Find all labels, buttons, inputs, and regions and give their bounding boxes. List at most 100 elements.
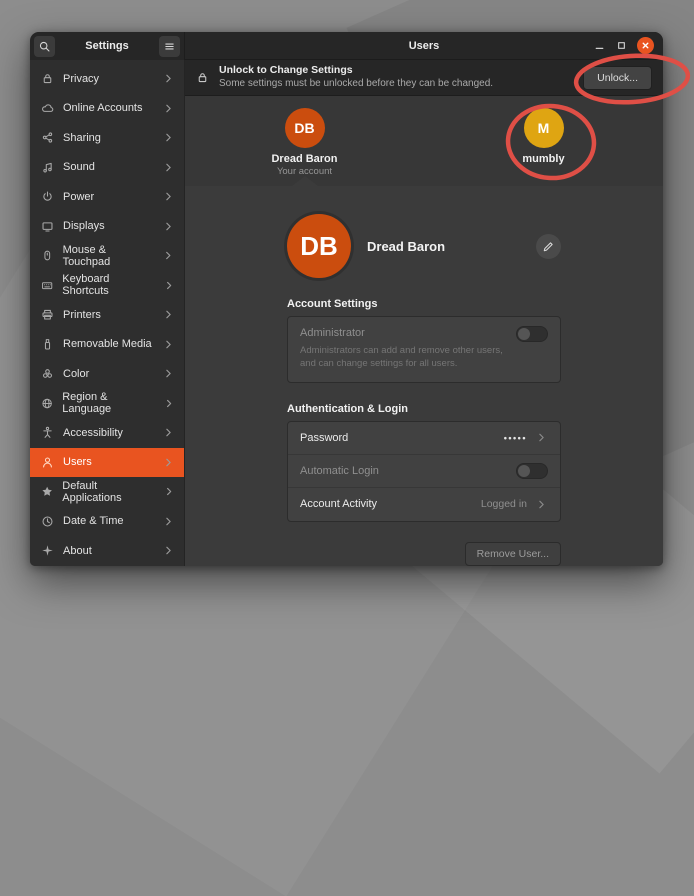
- chevron-right-icon: [162, 426, 175, 439]
- sidebar-item-default-applications[interactable]: Default Applications: [30, 477, 184, 507]
- chevron-right-icon: [162, 102, 175, 115]
- sidebar-header: Settings: [30, 32, 185, 60]
- sidebar-item-icon: [41, 515, 54, 528]
- sidebar-item-label: Mouse & Touchpad: [63, 244, 154, 268]
- window-title: Users: [409, 40, 440, 52]
- chevron-right-icon: [162, 367, 175, 380]
- sidebar-item-online-accounts[interactable]: Online Accounts: [30, 94, 184, 124]
- profile-name: Dread Baron: [367, 239, 445, 254]
- pencil-icon: [542, 240, 555, 253]
- chevron-right-icon: [535, 431, 548, 444]
- sidebar-item-privacy[interactable]: Privacy: [30, 64, 184, 94]
- password-label: Password: [300, 432, 348, 444]
- user-card-dread-baron[interactable]: DB Dread Baron Your account: [185, 96, 424, 186]
- unlock-banner-title: Unlock to Change Settings: [219, 64, 493, 78]
- sidebar-item-sound[interactable]: Sound: [30, 153, 184, 183]
- sidebar-item-label: Sharing: [63, 132, 101, 144]
- chevron-right-icon: [162, 338, 175, 351]
- chevron-right-icon: [163, 397, 175, 410]
- sidebar-item-label: Removable Media: [63, 338, 152, 350]
- sidebar-item-label: Privacy: [63, 73, 99, 85]
- sidebar-item-label: Users: [63, 456, 92, 468]
- administrator-description: Administrators can add and remove other …: [300, 345, 518, 371]
- users-panel: Unlock to Change Settings Some settings …: [185, 60, 663, 566]
- menu-button[interactable]: [159, 36, 180, 57]
- avatar: M: [524, 108, 564, 148]
- password-row[interactable]: Password •••••: [288, 422, 560, 455]
- sidebar-item-displays[interactable]: Displays: [30, 212, 184, 242]
- chevron-right-icon: [162, 190, 175, 203]
- chevron-right-icon: [162, 220, 175, 233]
- profile-row: DB Dread Baron: [287, 214, 561, 278]
- settings-window: Settings Users Privacy: [30, 32, 663, 566]
- unlock-banner-text: Unlock to Change Settings Some settings …: [219, 64, 493, 90]
- sidebar-item-label: Keyboard Shortcuts: [62, 273, 153, 297]
- sidebar-item-mouse-touchpad[interactable]: Mouse & Touchpad: [30, 241, 184, 271]
- user-name: mumbly: [522, 153, 564, 165]
- sidebar-item-label: Sound: [63, 161, 95, 173]
- sidebar-item-icon: [41, 338, 54, 351]
- sidebar-item-label: Default Applications: [62, 480, 153, 504]
- sidebar-item-removable-media[interactable]: Removable Media: [30, 330, 184, 360]
- chevron-right-icon: [162, 161, 175, 174]
- minimize-button[interactable]: [593, 39, 606, 52]
- search-button[interactable]: [34, 36, 55, 57]
- chevron-right-icon: [162, 131, 175, 144]
- sidebar-item-power[interactable]: Power: [30, 182, 184, 212]
- close-button[interactable]: [637, 37, 654, 54]
- account-activity-row[interactable]: Account Activity Logged in: [288, 488, 560, 521]
- unlock-banner: Unlock to Change Settings Some settings …: [185, 60, 663, 96]
- edit-name-button[interactable]: [536, 234, 561, 259]
- lock-icon: [196, 71, 209, 84]
- sidebar-item-date-time[interactable]: Date & Time: [30, 507, 184, 537]
- toggle-knob: [518, 328, 530, 340]
- sidebar-item-color[interactable]: Color: [30, 359, 184, 389]
- unlock-banner-subtitle: Some settings must be unlocked before th…: [219, 78, 493, 91]
- account-activity-label: Account Activity: [300, 498, 377, 510]
- sidebar: Privacy Online Accounts Sharing Sound Po…: [30, 60, 185, 566]
- sidebar-item-accessibility[interactable]: Accessibility: [30, 418, 184, 448]
- account-settings-card: Administrator Administrators can add and…: [287, 316, 561, 383]
- app-title: Settings: [85, 40, 128, 52]
- hamburger-menu-icon: [163, 40, 176, 53]
- titlebar: Settings Users: [30, 32, 663, 60]
- chevron-right-icon: [162, 515, 175, 528]
- account-settings-section: Account Settings Administrator Administr…: [287, 278, 561, 383]
- administrator-toggle[interactable]: [516, 326, 548, 342]
- sidebar-item-label: Region & Language: [62, 391, 154, 415]
- maximize-button[interactable]: [615, 39, 628, 52]
- sidebar-item-region-language[interactable]: Region & Language: [30, 389, 184, 419]
- sidebar-item-icon: [41, 131, 54, 144]
- sidebar-item-printers[interactable]: Printers: [30, 300, 184, 330]
- selected-user-caret: [292, 176, 318, 186]
- chevron-right-icon: [162, 544, 175, 557]
- sidebar-item-users[interactable]: Users: [30, 448, 184, 478]
- administrator-label: Administrator: [300, 327, 548, 339]
- sidebar-item-icon: [41, 249, 54, 262]
- sidebar-item-icon: [41, 426, 54, 439]
- sidebar-item-icon: [41, 190, 54, 203]
- sidebar-item-icon: [41, 220, 54, 233]
- main-header: Users: [185, 32, 663, 60]
- sidebar-item-about[interactable]: About: [30, 536, 184, 566]
- sidebar-item-sharing[interactable]: Sharing: [30, 123, 184, 153]
- maximize-icon: [615, 39, 628, 52]
- sidebar-item-icon: [41, 485, 53, 498]
- sidebar-item-keyboard-shortcuts[interactable]: Keyboard Shortcuts: [30, 271, 184, 301]
- chevron-right-icon: [535, 498, 548, 511]
- chevron-right-icon: [162, 456, 175, 469]
- sidebar-item-icon: [41, 161, 54, 174]
- administrator-row: Administrator Administrators can add and…: [288, 317, 560, 382]
- sidebar-item-icon: [41, 367, 54, 380]
- remove-user-button[interactable]: Remove User...: [465, 542, 561, 566]
- chevron-right-icon: [162, 72, 175, 85]
- sidebar-item-icon: [41, 456, 54, 469]
- sidebar-item-label: Accessibility: [63, 427, 123, 439]
- unlock-button[interactable]: Unlock...: [583, 66, 652, 90]
- window-controls: [593, 32, 654, 59]
- user-card-mumbly[interactable]: M mumbly: [424, 96, 663, 186]
- sidebar-item-icon: [41, 397, 53, 410]
- sidebar-item-label: Color: [63, 368, 89, 380]
- automatic-login-toggle[interactable]: [516, 463, 548, 479]
- authentication-heading: Authentication & Login: [287, 403, 561, 415]
